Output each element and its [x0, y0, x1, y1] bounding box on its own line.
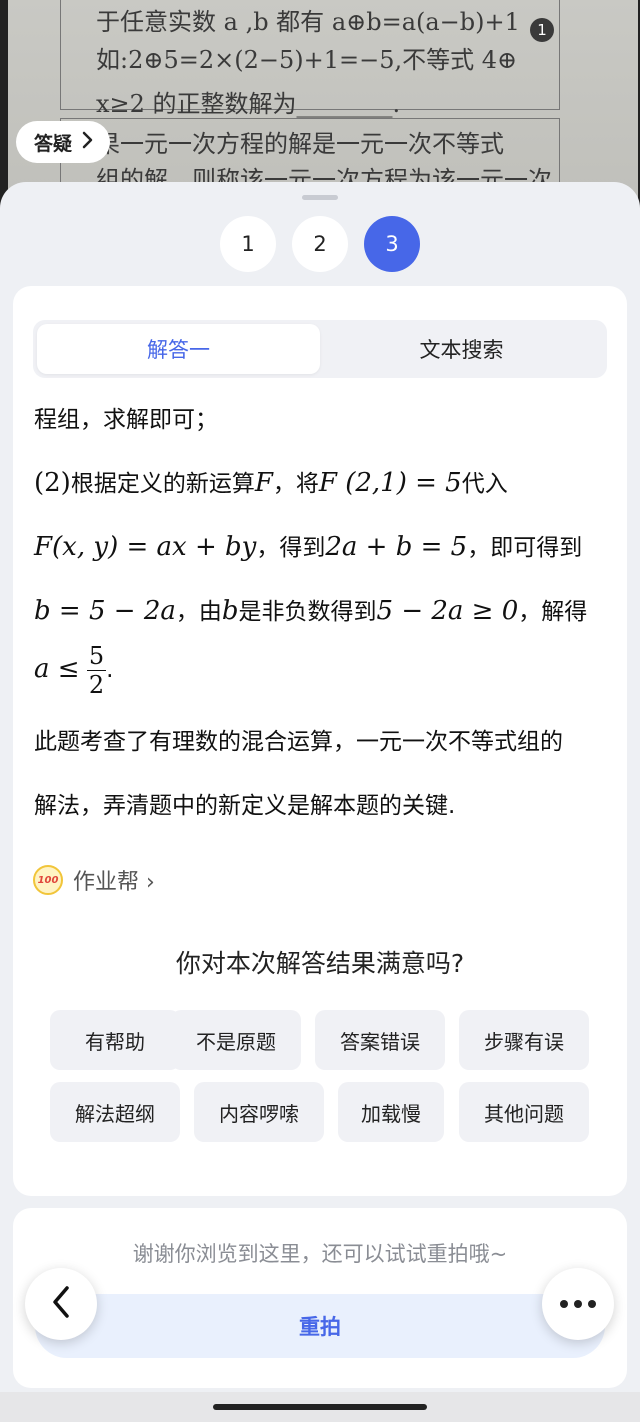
math-text: F(x, y) = ax + by: [34, 532, 257, 562]
answer-line: a ≤ 52.: [34, 642, 113, 699]
chevron-right-icon: [82, 131, 94, 154]
answer-tabs: 解答一 文本搜索: [33, 320, 607, 378]
question-pager: 1 2 3: [0, 216, 640, 272]
thanks-message: 谢谢你浏览到这里，还可以试试重拍哦~: [132, 1242, 508, 1266]
answer-text: ，将: [272, 471, 319, 497]
feedback-option-helpful[interactable]: 有帮助: [50, 1010, 180, 1070]
answer-text: ，即可得到: [467, 535, 583, 561]
answer-line: 此题考查了有理数的混合运算，一元一次不等式组的: [34, 722, 563, 756]
photo-text-line: x≥2 的正整数解为________.: [96, 90, 401, 118]
back-button[interactable]: [25, 1268, 97, 1340]
answer-text: 此题考查了有理数的混合运算，一元一次不等式组的: [34, 729, 563, 755]
fraction-numerator: 5: [86, 642, 107, 671]
answer-text: 解法，弄清题中的新定义是解本题的关键.: [34, 793, 456, 819]
tab-text-search[interactable]: 文本搜索: [320, 324, 603, 374]
math-text: F: [254, 468, 273, 498]
answer-line: 程组，求解即可；: [34, 400, 218, 434]
feedback-option-slow-loading[interactable]: 加载慢: [338, 1082, 444, 1142]
photo-text-line: 果一元一次方程的解是一元一次不等式: [96, 130, 504, 158]
answer-card: 解答一 文本搜索 程组，求解即可； (2)根据定义的新运算F，将F (2,1) …: [13, 286, 627, 1196]
answer-line: b = 5 − 2a，由b是非负数得到5 − 2a ≥ 0，解得: [34, 592, 587, 626]
retake-card: 谢谢你浏览到这里，还可以试试重拍哦~ 重拍: [13, 1208, 627, 1388]
tab-answer-1[interactable]: 解答一: [37, 324, 320, 374]
fraction: 52: [86, 642, 107, 699]
zuoyebang-logo-icon: 100: [33, 865, 63, 895]
feedback-option-not-original[interactable]: 不是原题: [171, 1010, 301, 1070]
dayi-label: 答疑: [34, 132, 73, 155]
photo-text-line: 如:2⊕5=2×(2−5)+1=−5,不等式 4⊕: [96, 46, 518, 74]
sheet-drag-handle[interactable]: [302, 195, 338, 200]
feedback-option-verbose[interactable]: 内容啰嗦: [194, 1082, 324, 1142]
math-text: a ≤: [34, 654, 80, 684]
system-nav-bar: [0, 1392, 640, 1422]
answer-line: (2)根据定义的新运算F，将F (2,1) = 5代入: [34, 464, 508, 498]
home-indicator[interactable]: [213, 1404, 427, 1410]
source-link[interactable]: 100 作业帮 ›: [33, 864, 155, 896]
feedback-option-beyond-syllabus[interactable]: 解法超纲: [50, 1082, 180, 1142]
feedback-option-wrong-steps[interactable]: 步骤有误: [459, 1010, 589, 1070]
more-dots-icon: [560, 1300, 596, 1308]
math-text: 5 − 2a ≥ 0: [376, 596, 519, 626]
answer-line: 解法，弄清题中的新定义是解本题的关键.: [34, 786, 455, 820]
survey-title: 你对本次解答结果满意吗?: [175, 949, 465, 978]
page-button-2[interactable]: 2: [292, 216, 348, 272]
answer-sheet: 1 2 3 解答一 文本搜索 程组，求解即可； (2)根据定义的新运算F，将F …: [0, 182, 640, 1422]
answer-text: 是非负数得到: [238, 599, 377, 625]
answer-text: 根据定义的新运算: [70, 471, 255, 497]
answer-text: 程组，求解即可；: [34, 407, 218, 433]
math-text: 2a + b = 5: [325, 532, 468, 562]
math-text: b: [221, 596, 239, 626]
more-button[interactable]: [542, 1268, 614, 1340]
answer-text: .: [106, 657, 114, 683]
photo-text-line: 于任意实数 a ,b 都有 a⊕b=a(a−b)+1: [96, 8, 520, 36]
answer-text: 代入: [461, 471, 508, 497]
math-text: F (2,1) = 5: [318, 468, 462, 498]
math-text: (2): [34, 468, 71, 498]
dayi-button[interactable]: 答疑: [16, 121, 111, 163]
back-chevron-icon: [51, 1285, 71, 1323]
math-text: b = 5 − 2a: [34, 596, 176, 626]
fraction-denominator: 2: [88, 671, 105, 699]
answer-text: ，得到: [256, 535, 326, 561]
source-label: 作业帮 ›: [73, 870, 155, 895]
feedback-option-wrong-answer[interactable]: 答案错误: [315, 1010, 445, 1070]
retake-button[interactable]: 重拍: [35, 1294, 605, 1358]
answer-text: ，由: [175, 599, 222, 625]
answer-text: ，解得: [518, 599, 588, 625]
answer-line: F(x, y) = ax + by，得到2a + b = 5，即可得到: [34, 528, 582, 562]
feedback-option-other[interactable]: 其他问题: [459, 1082, 589, 1142]
page-button-1[interactable]: 1: [220, 216, 276, 272]
photo-question-badge: 1: [530, 18, 554, 42]
page-button-3[interactable]: 3: [364, 216, 420, 272]
